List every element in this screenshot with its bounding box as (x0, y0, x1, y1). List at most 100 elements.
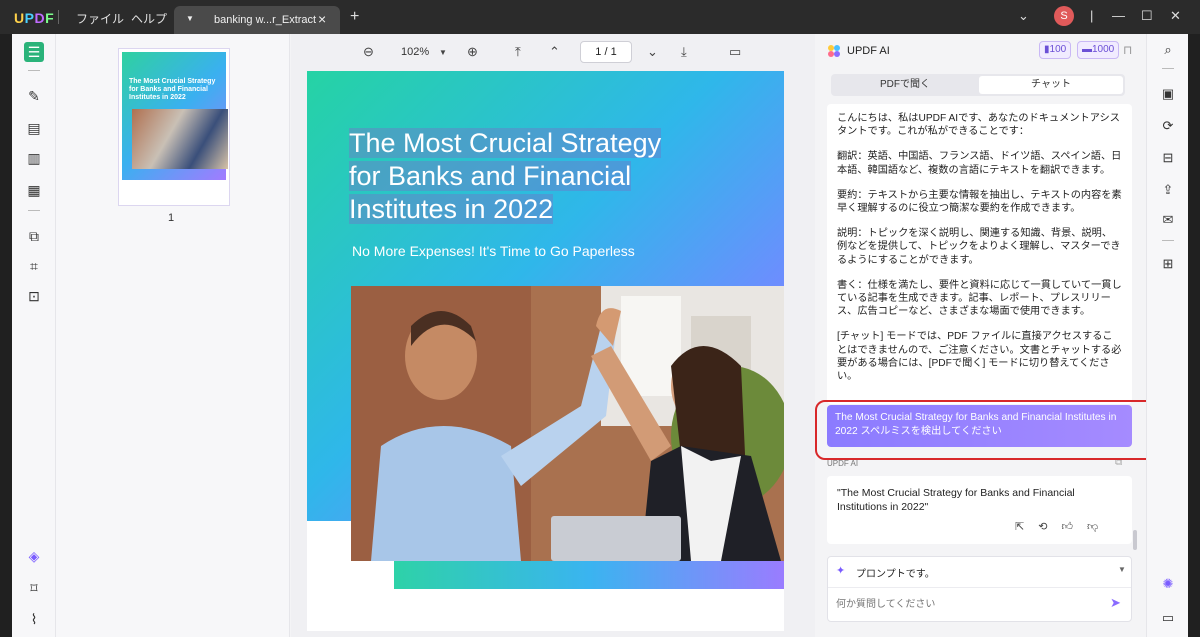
thumbnail-title: The Most Crucial Strategy for Banks and … (129, 78, 216, 101)
thumbs-down-icon[interactable]: 👎︎ (1087, 521, 1098, 533)
question-input[interactable] (836, 595, 1096, 613)
credit-badge[interactable]: ▬1000 (1077, 41, 1120, 59)
right-toolbar: ⌕ ▣ ⟳ ⊟ ⇪ ✉ ⊞ ✺ ▭ (1146, 34, 1188, 637)
tab-ask-pdf[interactable]: PDFで聞く (833, 76, 977, 94)
prompt-icon: ✦ (836, 565, 846, 577)
next-page-icon[interactable]: ⌄ (647, 44, 658, 60)
bookmark-icon[interactable]: ⌑ (24, 578, 44, 598)
attachment-icon[interactable]: ⌇ (24, 609, 44, 629)
ai-intro-message: こんにちは、私はUPDF AIです、あなたのドキュメントアシスタントです。これが… (827, 104, 1132, 404)
title-bar: UPDF ファイル ヘルプ ▼ banking w...r_Extract × … (0, 0, 1200, 34)
intro-paragraph: [チャット] モードでは、PDF ファイルに直接アクセスすることはできませんので… (837, 331, 1122, 383)
reader-icon[interactable]: ☰ (24, 42, 44, 62)
lock-icon[interactable]: ⊓ (1123, 43, 1132, 57)
prompt-selector[interactable]: プロンプトです。 (856, 565, 935, 580)
tab-chat[interactable]: チャット (979, 76, 1123, 94)
left-toolbar: ☰ ✎ ▤ ▥ ▦ ⧉ ⌗ ⊡ ◈ ⌑ ⌇ (12, 34, 56, 637)
intro-paragraph: 翻訳：英語、中国語、フランス語、ドイツ語、スペイン語、日本語、韓国語など、複数の… (837, 151, 1122, 176)
scrollbar[interactable] (1133, 530, 1137, 550)
minimize-icon[interactable]: — (1112, 8, 1125, 23)
page-thumbnail[interactable]: The Most Crucial Strategy for Banks and … (118, 48, 230, 206)
response-actions: ⇱ ⟲ 👍︎ 👎︎ (1015, 520, 1112, 533)
toolbar-divider (1162, 68, 1174, 69)
presentation-icon[interactable]: ▭ (729, 44, 741, 60)
document-title[interactable]: The Most Crucial Strategy for Banks and … (349, 127, 709, 226)
regenerate-icon[interactable]: ⟲ (1038, 521, 1047, 533)
title-line: Institutes in 2022 (349, 194, 554, 224)
document-credit-count: 100 (1049, 44, 1067, 55)
title-divider (58, 10, 59, 24)
zoom-level[interactable]: 102% (401, 46, 429, 58)
updf-logo: UPDF (14, 10, 55, 26)
chat-credit-icon: ▬ (1082, 44, 1092, 55)
layers-icon[interactable]: ◈ (24, 546, 44, 566)
ai-assistant-panel: UPDF AI ▮100 ▬1000 ⊓ PDFで聞く チャット こんにちは、私… (815, 34, 1145, 637)
prompt-box: ✦ プロンプトです。 ▼ ➤ (827, 556, 1132, 622)
form-icon[interactable]: ▦ (24, 180, 44, 200)
prompt-divider (828, 587, 1131, 588)
convert-icon[interactable]: ⟳ (1158, 116, 1178, 136)
mail-icon[interactable]: ✉ (1158, 210, 1178, 230)
document-subtitle: No More Expenses! It's Time to Go Paperl… (352, 243, 635, 259)
thumbs-up-icon[interactable]: 👍︎ (1061, 521, 1073, 533)
zoom-in-icon[interactable]: ⊕ (467, 44, 478, 60)
intro-paragraph: 書く：仕様を満たし、要件と資料に応じて一貫していて一貫している記事を生成できます… (837, 279, 1122, 318)
page-layout-icon[interactable]: ▥ (24, 148, 44, 168)
edit-pdf-icon[interactable]: ▤ (24, 118, 44, 138)
credit-badge[interactable]: ▮100 (1039, 41, 1072, 59)
previous-page-icon[interactable]: ⌃ (549, 44, 560, 60)
tab-dropdown-icon[interactable]: ▼ (186, 14, 194, 23)
cover-photo (351, 286, 784, 561)
thumbnail-page-number: 1 (168, 212, 175, 224)
response-author: UPDF AI (827, 459, 859, 468)
separator-icon: | (1090, 8, 1094, 23)
viewer-toolbar: ⊖ 102% ▼ ⊕ ⤒ ⌃ 1 / 1 ⌄ ⤓ ▭ (291, 34, 815, 70)
ai-panel-title: UPDF AI (847, 45, 890, 57)
maximize-icon[interactable]: ☐ (1141, 8, 1153, 24)
chevron-down-icon[interactable]: ⌄ (1018, 8, 1029, 24)
document-tab[interactable]: ▼ banking w...r_Extract × (174, 6, 340, 34)
ocr-icon[interactable]: ▣ (1158, 84, 1178, 104)
toolbar-divider (28, 210, 40, 211)
comment-list-icon[interactable]: ▭ (1158, 608, 1178, 628)
comment-icon[interactable]: ✎ (24, 86, 44, 106)
intro-paragraph: こんにちは、私はUPDF AIです、あなたのドキュメントアシスタントです。これが… (837, 113, 1120, 138)
page-number-input[interactable]: 1 / 1 (580, 41, 632, 63)
thumbnail-photo (132, 109, 228, 169)
ai-response: "The Most Crucial Strategy for Banks and… (827, 476, 1132, 544)
updf-ai-icon[interactable]: ✺ (1158, 574, 1178, 594)
high-five-photo (351, 286, 784, 561)
title-line: The Most Crucial Strategy (349, 128, 662, 158)
save-icon[interactable]: ⊞ (1158, 254, 1178, 274)
search-icon[interactable]: ⌕ (1158, 40, 1178, 60)
mode-switch: PDFで聞く チャット (831, 74, 1125, 96)
protect-icon[interactable]: ⊡ (24, 286, 44, 306)
last-page-icon[interactable]: ⤓ (681, 44, 687, 60)
share-icon[interactable]: ⇪ (1158, 180, 1178, 200)
zoom-out-icon[interactable]: ⊖ (363, 44, 374, 60)
new-tab-icon[interactable]: + (350, 8, 359, 26)
export-icon[interactable]: ⇱ (1015, 521, 1024, 533)
crop-icon[interactable]: ⌗ (24, 256, 44, 276)
chevron-down-icon[interactable]: ▼ (1118, 565, 1126, 574)
organize-pages-icon[interactable]: ⧉ (24, 226, 44, 246)
intro-paragraph: 説明：トピックを深く説明し、関連する知識、背景、説明、例などを提供して、トピック… (837, 228, 1121, 266)
toolbar-divider (28, 70, 40, 71)
menu-help[interactable]: ヘルプ (131, 10, 167, 27)
tab-title: banking w...r_Extract (214, 14, 317, 26)
title-line: for Banks and Financial (349, 161, 632, 191)
menu-file[interactable]: ファイル (76, 10, 124, 27)
ai-logo-icon (828, 45, 840, 57)
window-close-icon[interactable]: ✕ (1170, 8, 1181, 24)
intro-paragraph: 要約：テキストから主要な情報を抽出し、テキストの内容を素早く理解するのに役立つ簡… (837, 189, 1122, 215)
avatar[interactable]: S (1054, 6, 1074, 26)
pdf-page: The Most Crucial Strategy for Banks and … (307, 71, 784, 631)
thumbnail-panel: The Most Crucial Strategy for Banks and … (56, 34, 290, 637)
protect-file-icon[interactable]: ⊟ (1158, 148, 1178, 168)
send-icon[interactable]: ➤ (1110, 595, 1121, 611)
first-page-icon[interactable]: ⤒ (515, 44, 521, 60)
zoom-dropdown-icon[interactable]: ▼ (439, 48, 447, 57)
cover-accent-bar (394, 561, 784, 589)
chat-credit-count: 1000 (1092, 44, 1115, 55)
close-icon[interactable]: × (318, 11, 326, 27)
